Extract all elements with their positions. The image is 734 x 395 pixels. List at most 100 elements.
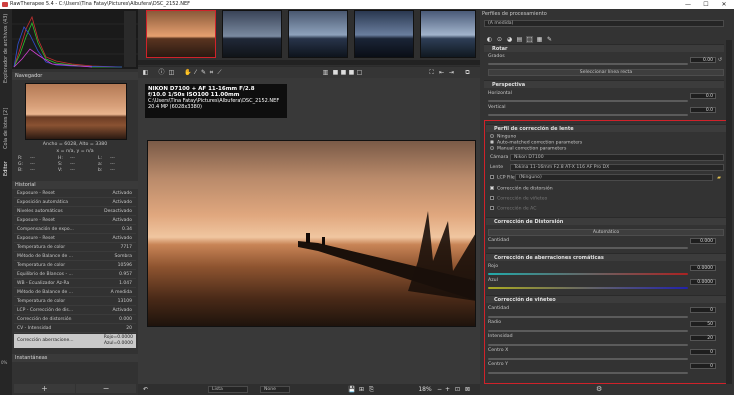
thumbnail[interactable] <box>288 10 348 58</box>
crop-icon[interactable]: ⌗ <box>208 69 215 76</box>
highlight-box <box>484 120 730 384</box>
perspective-v-value[interactable]: 0.0 <box>690 107 716 113</box>
straighten-icon[interactable]: ⟋ <box>216 69 223 76</box>
history-row[interactable]: Temperatura de color 10596 <box>14 262 136 270</box>
history-row-label: Niveles automáticos <box>17 209 63 214</box>
raw-tab-icon[interactable]: ▦ <box>536 36 543 43</box>
info-icon[interactable]: ⓘ <box>158 69 165 76</box>
wb-picker-icon[interactable]: ⁄ <box>192 69 199 76</box>
hand-icon[interactable]: ◧ <box>142 69 149 76</box>
filmstrip-scrollbar[interactable] <box>138 60 480 65</box>
select-straight-line-button[interactable]: Seleccionar línea recta <box>488 69 724 76</box>
thumbnail-selected[interactable] <box>146 10 216 58</box>
close-button[interactable]: ✕ <box>716 0 732 9</box>
perspective-v-slider[interactable] <box>488 114 688 116</box>
channel-l-icon[interactable]: □ <box>356 69 363 76</box>
rotate-value[interactable]: 0.00 <box>690 57 716 63</box>
edit-external-icon[interactable]: ⎘ <box>368 386 375 393</box>
transform-tab-icon[interactable]: ⬚ <box>526 36 533 43</box>
advanced-tab-icon[interactable]: ▤ <box>516 36 523 43</box>
thumbnail[interactable] <box>420 10 476 58</box>
history-row-label: Exposure - Reset <box>17 218 55 223</box>
history-row[interactable]: Exposure - Reset Activado <box>14 235 136 243</box>
maximize-button[interactable]: ☐ <box>698 0 714 9</box>
channel-r-icon[interactable]: ■ <box>332 69 339 76</box>
tab-batch-queue[interactable]: Cola de lotes [2] <box>1 105 11 151</box>
save-icon[interactable]: 💾 <box>348 386 355 393</box>
thumbnail[interactable] <box>354 10 414 58</box>
gear-icon[interactable]: ⚙ <box>596 385 602 393</box>
history-row-label: Exposure - Reset <box>17 191 55 196</box>
history-row[interactable]: Exposure - Reset Activado <box>14 190 136 198</box>
exif-overlay: NIKON D7100 + AF 11-16mm F/2.8 f/10.0 1/… <box>145 84 287 118</box>
history-row-value: Activado <box>112 308 132 313</box>
sidepanel-toggle-icon[interactable]: ⧉ <box>464 69 471 76</box>
prev-image-icon[interactable]: ⇤ <box>438 69 445 76</box>
zoom-fit-icon[interactable]: ⊡ <box>454 386 461 393</box>
channel-g-icon[interactable]: ■ <box>340 69 347 76</box>
thumbnail[interactable] <box>222 10 282 58</box>
navigator-header[interactable]: Navegador <box>12 72 138 80</box>
window-title: RawTherapee 5.4 - C:\Users\Tina Fatay\Pi… <box>10 1 190 7</box>
rotate-slider[interactable] <box>488 63 688 65</box>
readout-bb: b: <box>98 168 103 173</box>
history-row[interactable]: Temperatura de color 7717 <box>14 244 136 252</box>
history-row-label: CV - Intensidad <box>17 326 52 331</box>
zoom-out-icon[interactable]: − <box>436 386 443 393</box>
history-selected-value2: Azul=0.0000 <box>103 341 133 346</box>
undo-icon[interactable]: ↶ <box>142 386 149 393</box>
focus-mask-icon[interactable]: ▥ <box>322 69 329 76</box>
history-row[interactable]: Método de Balance de ... Sombra <box>14 253 136 261</box>
color-picker-icon[interactable]: ✎ <box>200 69 207 76</box>
history-row[interactable]: Compensación de expo... 0.34 <box>14 226 136 234</box>
perspective-header[interactable]: Perspectiva <box>484 80 724 88</box>
before-after-icon[interactable]: ◫ <box>168 69 175 76</box>
navigator-preview[interactable] <box>25 83 127 140</box>
queue-mode-select[interactable]: Lista <box>208 386 248 393</box>
history-selected-value1: Rojo=0.0000 <box>103 335 133 340</box>
minimize-button[interactable]: — <box>680 0 696 9</box>
navigator-readouts: R: G: B: H: S: V: L: a: b: --- --- --- -… <box>18 156 115 173</box>
history-row[interactable]: Exposure - Reset Activado <box>14 217 136 225</box>
perspective-h-slider[interactable] <box>488 100 688 102</box>
exposure-tab-icon[interactable]: ◐ <box>486 36 493 43</box>
preview-mode-select[interactable]: None <box>260 386 290 393</box>
history-row[interactable]: WB - Ecualizador Az-Ra 1.047 <box>14 280 136 288</box>
history-row[interactable]: LCP - Corrección de dis... Activado <box>14 307 136 315</box>
history-row[interactable]: Exposición automática Activado <box>14 199 136 207</box>
remove-snapshot-button[interactable]: − <box>76 384 136 393</box>
tab-editor[interactable]: Editor <box>1 157 11 181</box>
fullscreen-icon[interactable]: ⛶ <box>428 69 435 76</box>
title-bar: RawTherapee 5.4 - C:\Users\Tina Fatay\Pi… <box>0 0 734 9</box>
history-row[interactable]: Equilibrio de Blancos - ... 0.957 <box>14 271 136 279</box>
history-row[interactable]: CV - Intensidad 20 <box>14 325 136 333</box>
history-selected-row[interactable]: Corrección aberracione... Rojo=0.0000 Az… <box>14 334 136 348</box>
zoom-in-icon[interactable]: + <box>444 386 451 393</box>
history-row-value: 13109 <box>117 299 132 304</box>
color-tab-icon[interactable]: ◕ <box>506 36 513 43</box>
history-row-value: 0.34 <box>121 227 132 232</box>
history-row[interactable]: Método de Balance de ... A medida <box>14 289 136 297</box>
tab-file-browser[interactable]: Explorador de archivos (43) <box>1 13 11 83</box>
history-row[interactable]: Corrección de distorsión 0.000 <box>14 316 136 324</box>
history-header[interactable]: Historial <box>12 181 138 189</box>
main-image-preview[interactable] <box>147 140 476 327</box>
rotate-reset-icon[interactable]: ↺ <box>717 57 723 63</box>
history-row[interactable]: Temperatura de color 13109 <box>14 298 136 306</box>
history-row[interactable]: Niveles automáticos Desactivado <box>14 208 136 216</box>
snapshots-header[interactable]: Instantáneas <box>12 354 138 362</box>
detail-tab-icon[interactable]: ⊙ <box>496 36 503 43</box>
rotate-header[interactable]: Rotar <box>484 44 724 52</box>
channel-b-icon[interactable]: ■ <box>348 69 355 76</box>
hand-tool-icon[interactable]: ✋ <box>184 69 191 76</box>
navigator-coords: x = n/a, y = n/a <box>56 149 94 154</box>
tool-panel-scrollbar[interactable] <box>726 40 732 384</box>
zoom-100-icon[interactable]: ⊠ <box>464 386 471 393</box>
profiles-header[interactable]: Perfiles de procesamiento <box>482 11 726 18</box>
queue-icon[interactable]: ⊞ <box>358 386 365 393</box>
add-snapshot-button[interactable]: + <box>14 384 75 393</box>
perspective-h-value[interactable]: 0.0 <box>690 93 716 99</box>
next-image-icon[interactable]: ⇥ <box>448 69 455 76</box>
metadata-tab-icon[interactable]: ✎ <box>546 36 553 43</box>
profile-select[interactable]: (A medida) <box>484 20 724 27</box>
